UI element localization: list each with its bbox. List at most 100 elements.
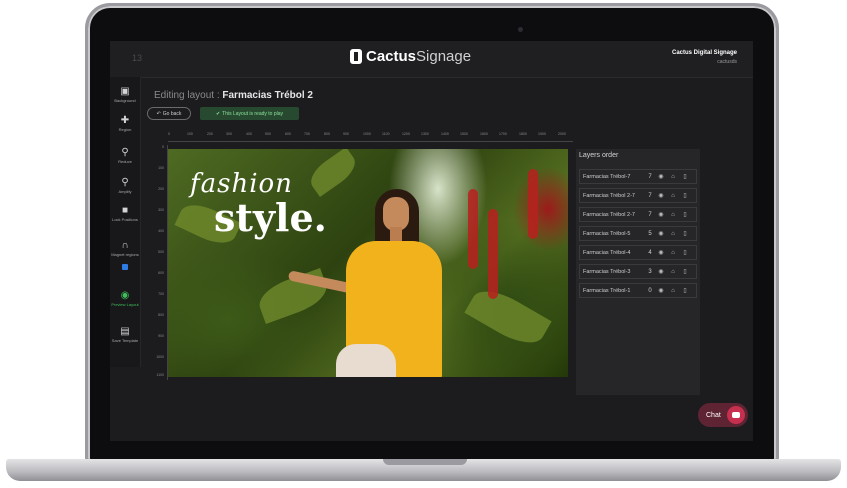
layer-row[interactable]: Farmacias Trébol-1 0 ◉ ⌂ ▯ xyxy=(579,283,697,298)
magnet-icon: ∩ xyxy=(121,240,129,251)
ruler-tick: 300 xyxy=(226,132,232,136)
ruler-tick: 1100 xyxy=(156,373,164,377)
eye-icon[interactable]: ◉ xyxy=(655,230,667,237)
ruler-tick: 2000 xyxy=(558,132,566,136)
image-icon: ▣ xyxy=(120,86,130,97)
cactus-logo-icon xyxy=(350,49,362,64)
layer-row[interactable]: Farmacias Trébol 2-7 7 ◉ ⌂ ▯ xyxy=(579,207,697,222)
chat-bubble-icon xyxy=(727,406,745,424)
layer-row[interactable]: Farmacias Trébol-5 5 ◉ ⌂ ▯ xyxy=(579,226,697,241)
ruler-tick: 500 xyxy=(158,250,164,254)
lock-icon[interactable]: ⌂ xyxy=(667,288,679,294)
account-username: cactusds xyxy=(717,59,737,65)
lock-icon[interactable]: ⌂ xyxy=(667,193,679,199)
ruler-tick: 1000 xyxy=(363,132,371,136)
sidebar-item-amplify[interactable]: ⚲ Amplify xyxy=(110,177,140,194)
webcam xyxy=(518,27,523,32)
app-screen: 13 Cactus Signage Cactus Digital Signage… xyxy=(110,41,753,441)
ruler-tick: 600 xyxy=(158,271,164,275)
sidebar-item-magnet-regions[interactable]: ∩ Magnet regions xyxy=(110,240,140,275)
trash-icon[interactable]: ▯ xyxy=(679,211,691,218)
ruler-tick: 1700 xyxy=(499,132,507,136)
ruler-tick: 100 xyxy=(158,166,164,170)
eye-icon[interactable]: ◉ xyxy=(655,211,667,218)
brand-name-light: Signage xyxy=(416,48,472,65)
eye-icon[interactable]: ◉ xyxy=(655,268,667,275)
leaf-decoration xyxy=(464,281,552,353)
trash-icon[interactable]: ▯ xyxy=(679,287,691,294)
ruler-tick: 800 xyxy=(324,132,330,136)
ruler-tick: 400 xyxy=(246,132,252,136)
brand-name-bold: Cactus xyxy=(366,48,417,65)
ruler-tick: 1400 xyxy=(441,132,449,136)
ruler-tick: 1500 xyxy=(460,132,468,136)
red-flower-decoration xyxy=(468,189,478,269)
layer-row[interactable]: Farmacias Trébol 2-7 7 ◉ ⌂ ▯ xyxy=(579,188,697,203)
sidebar-item-save-template[interactable]: ▤ Save Template xyxy=(110,326,140,343)
layers-panel: Layers order Farmacias Trébol-7 7 ◉ ⌂ ▯ … xyxy=(576,149,700,395)
ruler-horizontal: 0 100 200 300 400 500 600 700 800 900 10… xyxy=(168,131,573,142)
brand-logo[interactable]: Cactus Signage xyxy=(350,48,471,65)
ruler-tick: 400 xyxy=(158,229,164,233)
eye-icon[interactable]: ◉ xyxy=(655,287,667,294)
lock-icon[interactable]: ⌂ xyxy=(667,269,679,275)
layout-canvas[interactable]: fashion style. xyxy=(168,149,568,377)
lock-icon[interactable]: ⌂ xyxy=(667,250,679,256)
ruler-tick: 700 xyxy=(158,292,164,296)
eye-icon[interactable]: ◉ xyxy=(655,249,667,256)
corner-number: 13 xyxy=(132,53,143,63)
layer-row[interactable]: Farmacias Trébol-4 4 ◉ ⌂ ▯ xyxy=(579,245,697,260)
sidebar-item-preview-layout[interactable]: ◉ Preview Layout xyxy=(110,290,140,307)
ruler-tick: 600 xyxy=(285,132,291,136)
go-back-button[interactable]: ↶ Go back xyxy=(147,107,191,120)
trash-icon[interactable]: ▯ xyxy=(679,268,691,275)
eye-icon: ◉ xyxy=(120,290,130,301)
ruler-tick: 800 xyxy=(158,313,164,317)
back-arrow-icon: ↶ xyxy=(156,110,161,117)
ready-status-badge: ✔ This Layout is ready to play xyxy=(200,107,299,120)
sidebar-item-lock-positions[interactable]: ■ Lock Positions xyxy=(110,205,140,222)
ruler-tick: 200 xyxy=(207,132,213,136)
model-fabric xyxy=(336,344,396,377)
trash-icon[interactable]: ▯ xyxy=(679,173,691,180)
ruler-tick: 100 xyxy=(187,132,193,136)
laptop-notch xyxy=(383,459,467,465)
account-menu[interactable]: Cactus Digital Signage cactusds xyxy=(672,50,737,65)
trash-icon[interactable]: ▯ xyxy=(679,192,691,199)
trash-icon[interactable]: ▯ xyxy=(679,230,691,237)
chat-button[interactable]: Chat xyxy=(698,403,748,427)
page-title: Editing layout : Farmacias Trébol 2 xyxy=(154,90,313,101)
layer-row[interactable]: Farmacias Trébol-3 3 ◉ ⌂ ▯ xyxy=(579,264,697,279)
tool-sidebar: ▣ Background ✚ Region ⚲ Reduce ⚲ Amplify… xyxy=(110,77,141,367)
ruler-tick: 700 xyxy=(304,132,310,136)
layer-row[interactable]: Farmacias Trébol-7 7 ◉ ⌂ ▯ xyxy=(579,169,697,184)
ruler-tick: 1000 xyxy=(156,355,164,359)
canvas-text-style: style. xyxy=(214,195,327,240)
lock-icon[interactable]: ⌂ xyxy=(667,231,679,237)
save-icon: ▤ xyxy=(120,326,130,337)
leaf-decoration xyxy=(305,149,361,197)
red-flower-decoration xyxy=(528,169,538,239)
ruler-tick: 0 xyxy=(168,132,170,136)
ruler-tick: 900 xyxy=(158,334,164,338)
ruler-tick: 1200 xyxy=(402,132,410,136)
sidebar-item-reduce[interactable]: ⚲ Reduce xyxy=(110,147,140,164)
ruler-tick: 1900 xyxy=(538,132,546,136)
account-name: Cactus Digital Signage xyxy=(671,50,737,56)
ruler-tick: 1600 xyxy=(480,132,488,136)
ruler-tick: 900 xyxy=(343,132,349,136)
editing-prefix: Editing layout : xyxy=(154,90,220,101)
lock-icon[interactable]: ⌂ xyxy=(667,174,679,180)
zoom-in-icon: ⚲ xyxy=(121,177,129,188)
trash-icon[interactable]: ▯ xyxy=(679,249,691,256)
zoom-out-icon: ⚲ xyxy=(121,147,129,158)
eye-icon[interactable]: ◉ xyxy=(655,192,667,199)
magnet-checkbox[interactable] xyxy=(122,264,128,270)
ruler-tick: 1300 xyxy=(421,132,429,136)
lock-icon[interactable]: ⌂ xyxy=(667,212,679,218)
ruler-tick: 300 xyxy=(158,208,164,212)
red-flower-decoration xyxy=(488,209,498,299)
sidebar-item-background[interactable]: ▣ Background xyxy=(110,86,140,103)
eye-icon[interactable]: ◉ xyxy=(655,173,667,180)
sidebar-item-region[interactable]: ✚ Region xyxy=(110,115,140,132)
